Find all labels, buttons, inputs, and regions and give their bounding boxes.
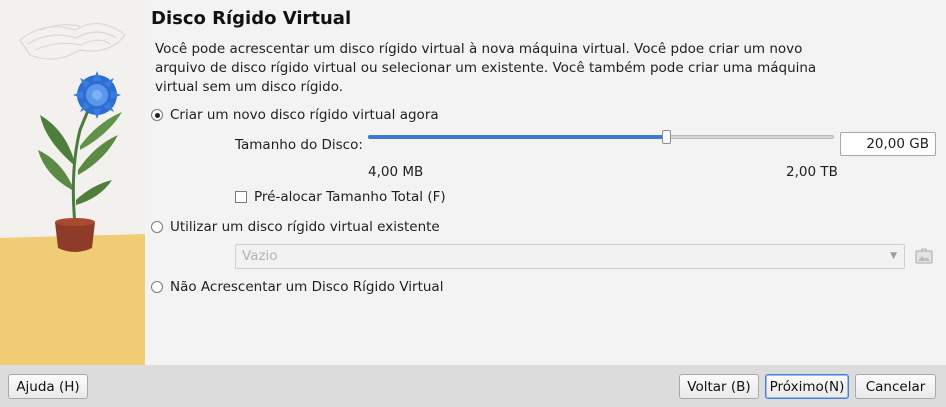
next-button[interactable]: Próximo(N) bbox=[765, 374, 849, 399]
radio-no-disk-indicator[interactable] bbox=[151, 281, 163, 293]
wizard-footer: Ajuda (H) Voltar (B) Próximo(N) Cancelar bbox=[0, 365, 946, 407]
cancel-button[interactable]: Cancelar bbox=[855, 374, 936, 399]
radio-create-new-label: Criar um novo disco rígido virtual agora bbox=[170, 107, 439, 123]
radio-no-disk-label: Não Acrescentar um Disco Rígido Virtual bbox=[170, 279, 444, 295]
wizard-artwork bbox=[0, 0, 145, 365]
preallocate-checkbox[interactable] bbox=[235, 191, 247, 203]
page-title: Disco Rígido Virtual bbox=[151, 8, 352, 29]
wizard-content: Disco Rígido Virtual Você pode acrescent… bbox=[145, 0, 946, 365]
disk-size-label: Tamanho do Disco: bbox=[235, 137, 363, 153]
disk-size-input[interactable]: 20,00 GB bbox=[840, 132, 936, 156]
slider-min-label: 4,00 MB bbox=[368, 164, 424, 180]
flower-illustration bbox=[0, 0, 145, 365]
existing-disk-value: Vazio bbox=[242, 248, 278, 264]
page-description: Você pode acrescentar um disco rígido vi… bbox=[155, 41, 817, 95]
disk-size-slider[interactable] bbox=[368, 130, 834, 144]
preallocate-checkbox-row[interactable]: Pré-alocar Tamanho Total (F) bbox=[235, 189, 446, 205]
folder-icon bbox=[915, 248, 933, 264]
radio-create-new-indicator[interactable] bbox=[151, 109, 163, 121]
slider-handle[interactable] bbox=[662, 130, 672, 144]
radio-use-existing[interactable]: Utilizar um disco rígido virtual existen… bbox=[151, 219, 440, 235]
preallocate-label: Pré-alocar Tamanho Total (F) bbox=[254, 189, 446, 205]
choose-disk-file-button[interactable] bbox=[913, 245, 935, 267]
back-button[interactable]: Voltar (B) bbox=[679, 374, 759, 399]
radio-no-disk[interactable]: Não Acrescentar um Disco Rígido Virtual bbox=[151, 279, 443, 295]
help-button[interactable]: Ajuda (H) bbox=[8, 374, 88, 399]
chevron-down-icon: ▼ bbox=[890, 251, 897, 261]
radio-use-existing-label: Utilizar um disco rígido virtual existen… bbox=[170, 219, 440, 235]
existing-disk-select[interactable]: Vazio ▼ bbox=[235, 244, 905, 269]
radio-use-existing-indicator[interactable] bbox=[151, 221, 163, 233]
slider-max-label: 2,00 TB bbox=[786, 164, 838, 180]
radio-create-new[interactable]: Criar um novo disco rígido virtual agora bbox=[151, 107, 439, 123]
slider-fill bbox=[368, 135, 667, 139]
